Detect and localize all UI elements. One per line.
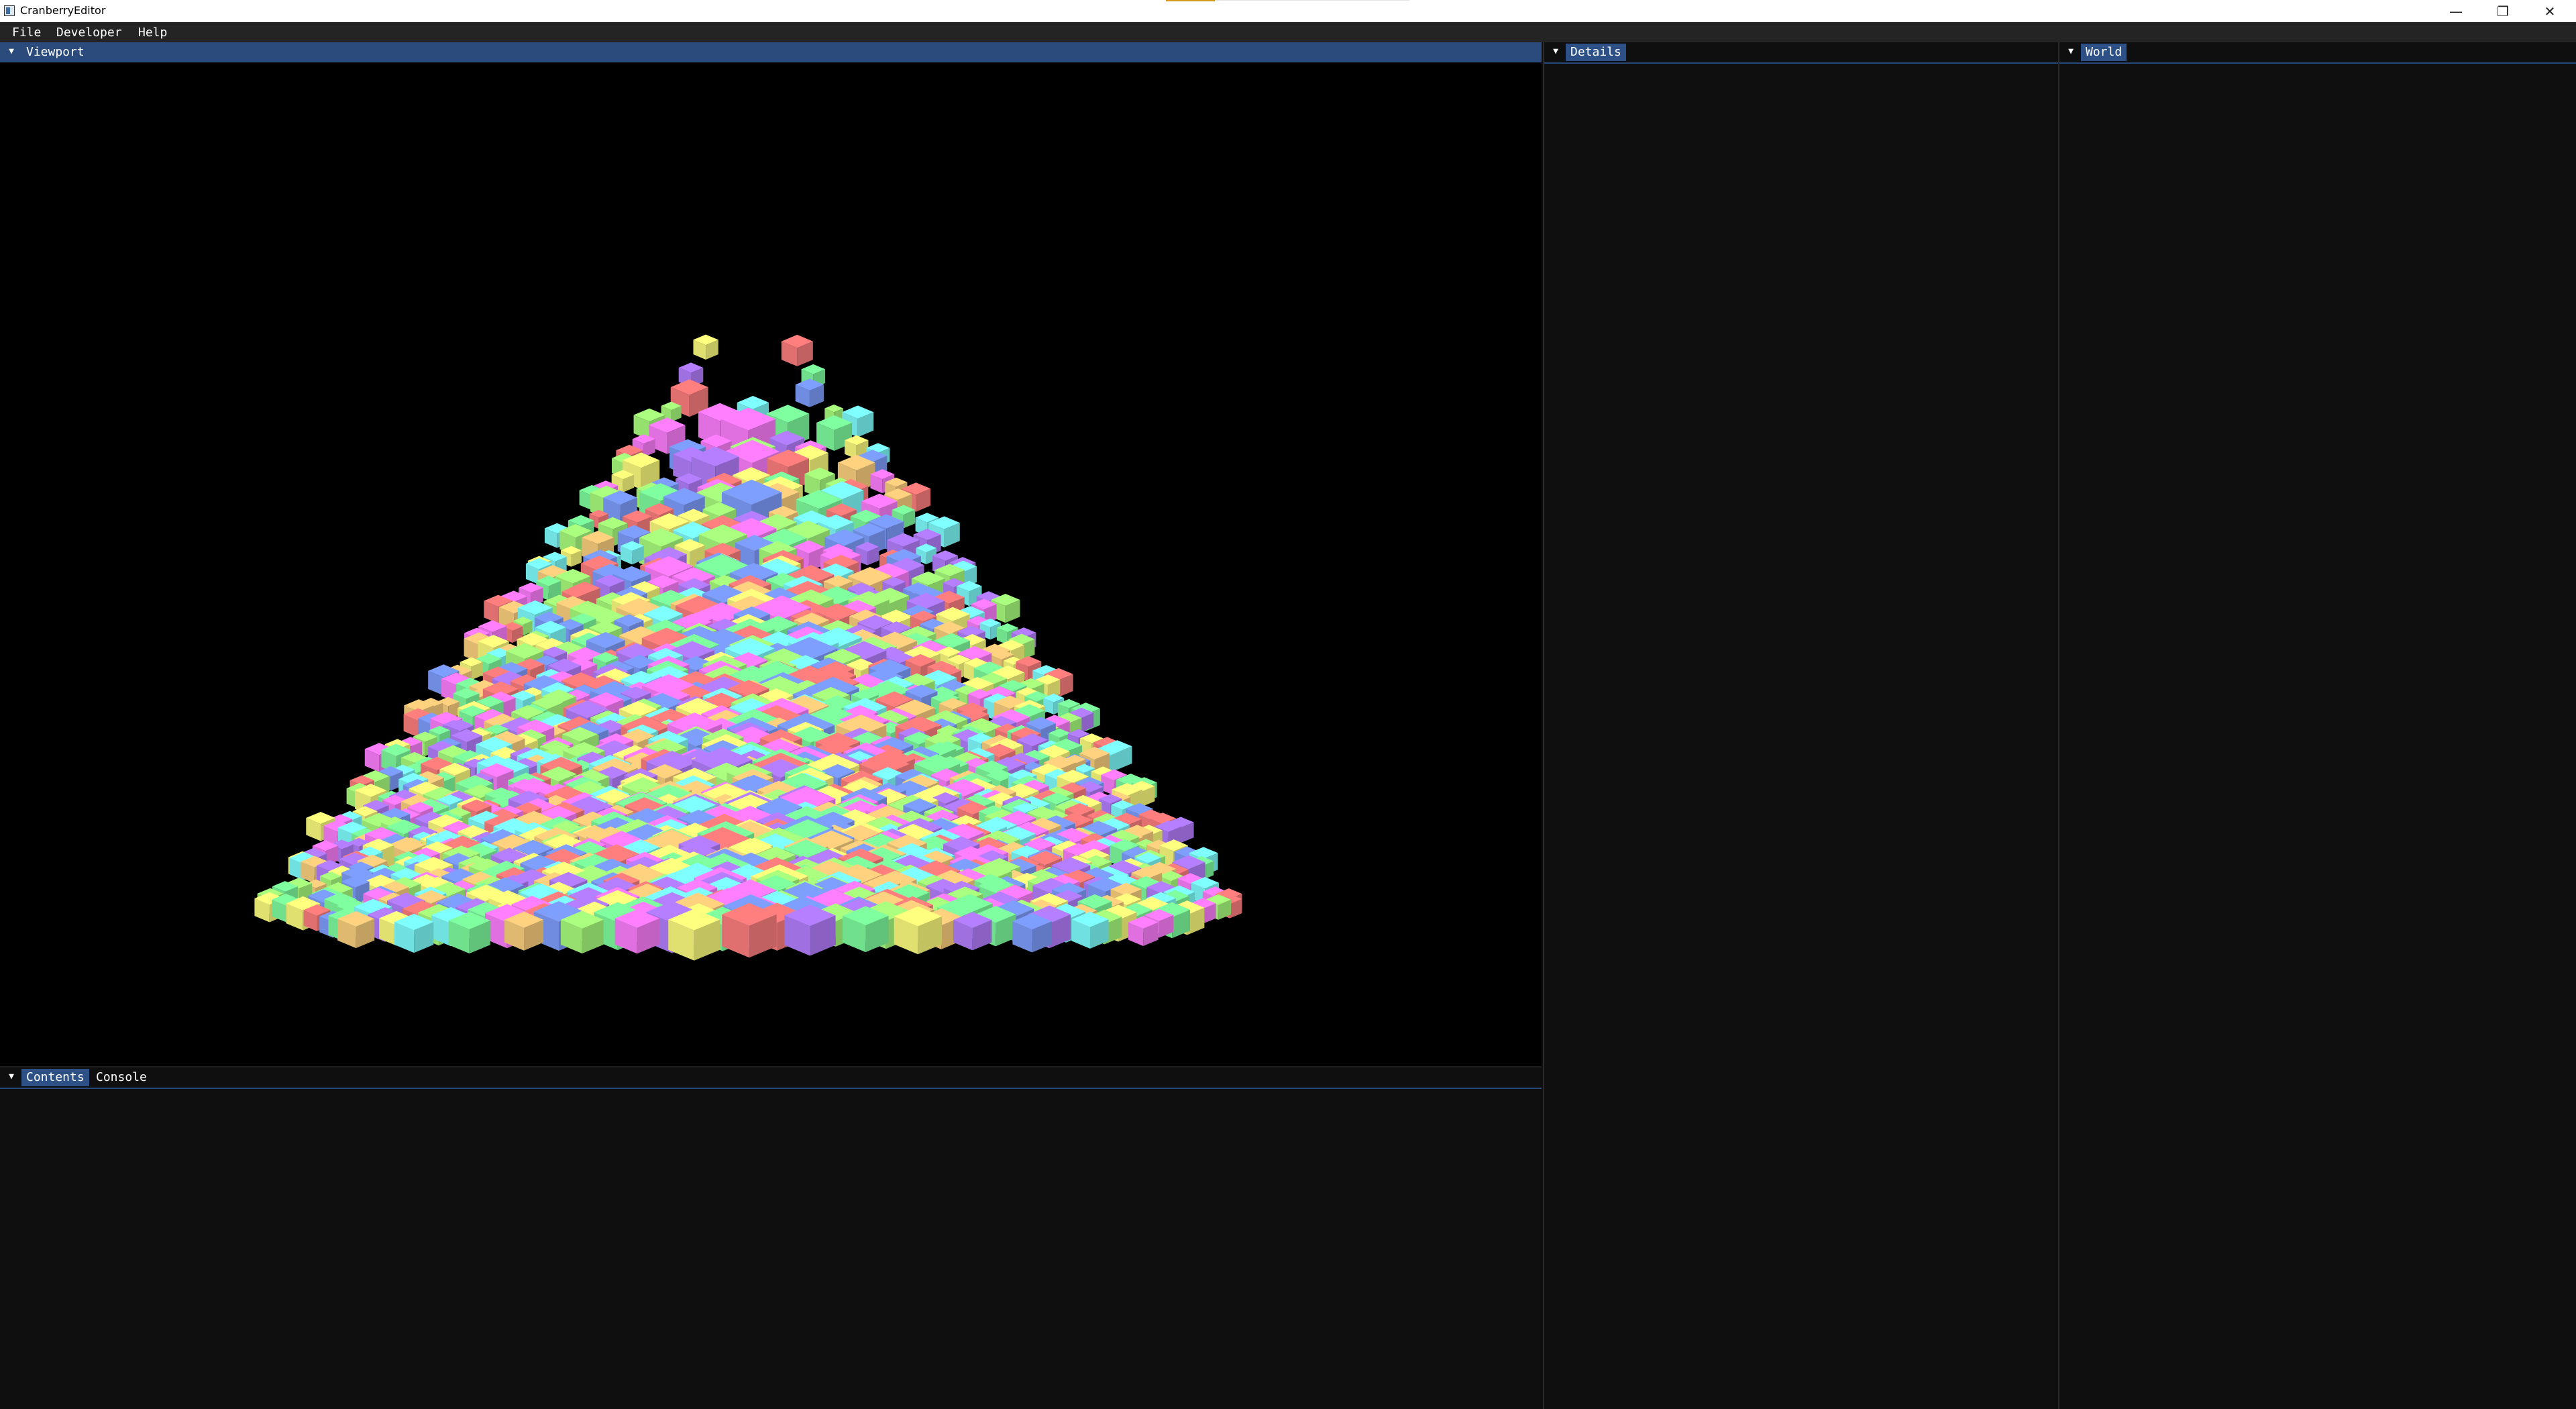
title-bar[interactable]: CranberryEditor — ❐ ✕ — [0, 0, 2576, 22]
tab-viewport[interactable]: Viewport — [21, 44, 89, 61]
cube — [1071, 911, 1109, 949]
cube — [1012, 913, 1052, 953]
details-body[interactable] — [1544, 64, 2058, 1409]
cube — [668, 908, 720, 961]
world-panel: ▼ World — [2058, 42, 2576, 1409]
menu-developer[interactable]: Developer — [56, 25, 122, 40]
restore-icon: ❐ — [2497, 3, 2509, 19]
cube — [394, 913, 434, 953]
cube — [894, 906, 943, 955]
viewport-tab-bar: ▼ Viewport — [0, 42, 1542, 64]
cube — [337, 910, 375, 949]
collapse-triangle-icon[interactable]: ▼ — [5, 46, 17, 58]
close-button[interactable]: ✕ — [2526, 0, 2573, 22]
restore-button[interactable]: ❐ — [2479, 0, 2526, 22]
collapse-triangle-icon[interactable]: ▼ — [5, 1071, 17, 1083]
viewport-panel: ▼ Viewport — [0, 42, 1542, 1066]
collapse-triangle-icon[interactable]: ▼ — [2065, 46, 2077, 58]
cube — [560, 910, 604, 954]
details-panel: ▼ Details — [1543, 42, 2058, 1409]
close-icon: ✕ — [2544, 3, 2556, 19]
world-body[interactable] — [2059, 64, 2576, 1409]
cube — [795, 378, 824, 407]
tab-console[interactable]: Console — [91, 1069, 152, 1086]
cube — [843, 906, 889, 953]
contents-body[interactable] — [0, 1089, 1542, 1409]
menu-file[interactable]: File — [12, 25, 41, 40]
world-tab-bar: ▼ World — [2059, 42, 2576, 64]
collapse-triangle-icon[interactable]: ▼ — [1550, 46, 1562, 58]
minimize-button[interactable]: — — [2432, 0, 2479, 22]
editor-window: CranberryEditor — ❐ ✕ File Developer Hel… — [0, 0, 2576, 1409]
details-tab-bar: ▼ Details — [1544, 42, 2058, 64]
title-bar-accent — [1166, 0, 1215, 1]
cube — [693, 334, 718, 360]
cube — [448, 912, 490, 954]
cube — [953, 912, 992, 951]
cube — [1128, 916, 1159, 946]
minimize-icon: — — [2449, 3, 2463, 19]
window-title: CranberryEditor — [20, 4, 106, 17]
contents-panel: ▼ Contents Console — [0, 1066, 1542, 1409]
cube — [784, 904, 836, 956]
title-bar-accent-line — [1215, 0, 1409, 1]
menu-help[interactable]: Help — [138, 25, 167, 40]
tab-world[interactable]: World — [2081, 44, 2127, 61]
tab-details[interactable]: Details — [1566, 44, 1626, 61]
cube — [614, 909, 659, 954]
cube — [504, 911, 544, 951]
viewport-canvas[interactable] — [0, 62, 1542, 1066]
contents-tab-bar: ▼ Contents Console — [0, 1067, 1542, 1089]
cube — [781, 334, 813, 366]
tab-contents[interactable]: Contents — [21, 1069, 89, 1086]
cube — [722, 902, 777, 958]
app-icon — [4, 5, 15, 16]
menu-bar: File Developer Help — [0, 22, 2576, 42]
cube — [620, 541, 644, 565]
